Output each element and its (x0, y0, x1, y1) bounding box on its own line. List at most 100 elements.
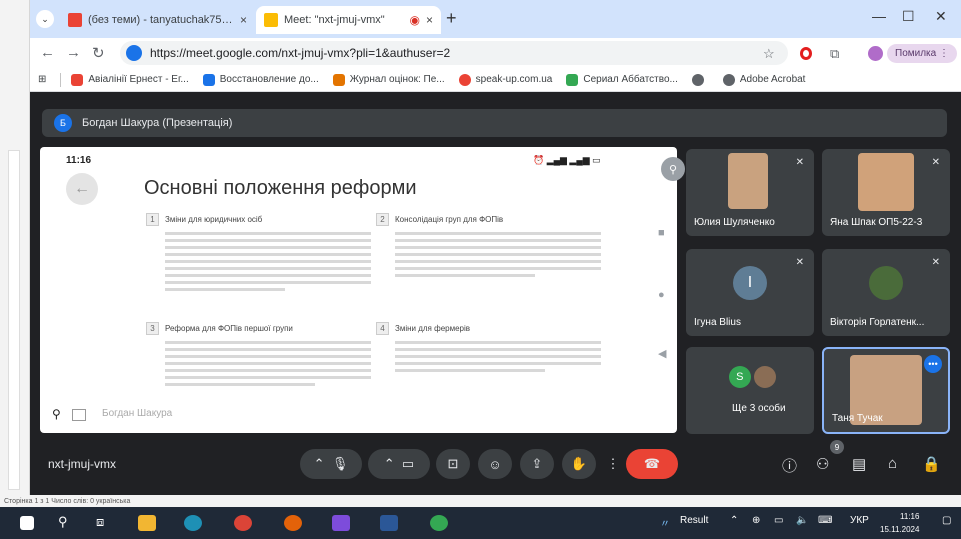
recording-icon: ◉ (409, 13, 420, 27)
file-explorer-icon[interactable] (138, 515, 156, 531)
signal-battery-icon: ⏰ ▂▄▆ ▂▄▆ ▭ (533, 155, 601, 165)
search-icon[interactable]: ⚲ (58, 514, 68, 530)
bookmark-1[interactable]: Авіалінії Ернест - Ег... (71, 73, 189, 86)
site-info-icon[interactable] (126, 45, 142, 61)
text-line (165, 288, 285, 291)
camera-button[interactable]: ⌃ ▭ (368, 449, 430, 479)
info-icon[interactable]: ⓘ (782, 455, 797, 476)
bookmark-label: Adobe Acrobat (739, 74, 806, 85)
tab-label: (без теми) - tanyatuchak75@g (88, 14, 234, 26)
text-line (165, 376, 371, 379)
network-icon[interactable]: ⊕ (752, 515, 760, 526)
notifications-icon[interactable]: ▢ (942, 515, 951, 526)
taskbar-app-label[interactable]: Result (680, 515, 708, 526)
participant-name: Ігуна Blius (694, 317, 741, 328)
vertical-ruler (8, 150, 20, 490)
app-icon[interactable] (332, 515, 350, 531)
triangle-left-icon[interactable]: ◀ (658, 347, 666, 360)
text-line (165, 260, 371, 263)
text-line (395, 274, 535, 277)
close-window-icon[interactable]: ✕ (935, 8, 947, 25)
shared-screen: 11:16 ⏰ ▂▄▆ ▂▄▆ ▭ ← Основні положення ре… (40, 147, 677, 433)
emoji-button[interactable]: ☺ (478, 449, 512, 479)
chevron-up-icon[interactable]: ⌃ (730, 515, 738, 526)
system-clock[interactable]: 11:16 15.11.2024 (880, 510, 919, 536)
people-icon[interactable]: ⚇ (816, 455, 829, 473)
raise-hand-button[interactable]: ✋ (562, 449, 596, 479)
back-icon[interactable]: ← (40, 44, 55, 61)
video-feed (858, 153, 914, 211)
close-tab-icon[interactable]: × (426, 13, 433, 27)
bookmark-6[interactable] (691, 73, 709, 86)
windows-start-icon[interactable] (20, 516, 34, 530)
mic-button[interactable]: ⌃ 🎙 (300, 449, 362, 479)
bookmark-7[interactable]: Adobe Acrobat (722, 73, 806, 86)
close-tab-icon[interactable]: × (240, 13, 247, 27)
chrome-icon[interactable] (234, 515, 252, 531)
volume-icon[interactable]: 🔈 (796, 515, 808, 526)
input-language[interactable]: УКР (850, 515, 869, 526)
section-number: 2 (376, 213, 389, 226)
address-bar[interactable]: https://meet.google.com/nxt-jmuj-vmx?pli… (120, 41, 788, 65)
text-line (165, 369, 371, 372)
text-line (165, 239, 371, 242)
minimize-icon[interactable]: — (872, 8, 886, 24)
bookmark-label: Сериал Аббатство... (583, 74, 678, 85)
activities-icon[interactable]: ⌂ (888, 455, 897, 472)
reload-icon[interactable]: ↻ (92, 44, 105, 62)
new-tab-icon[interactable]: + (446, 8, 457, 29)
forward-icon[interactable]: → (66, 44, 81, 61)
clock-date: 15.11.2024 (880, 525, 920, 534)
tab-gmail[interactable]: (без теми) - tanyatuchak75@g × (60, 6, 255, 34)
chevron-up-icon: ⌃ (313, 456, 325, 471)
edge-icon[interactable] (184, 515, 202, 531)
tab-search-icon[interactable]: ⌄ (36, 10, 54, 28)
profile-avatar[interactable] (868, 46, 883, 61)
square-icon[interactable]: ■ (658, 227, 665, 239)
word-icon[interactable] (380, 515, 398, 531)
maximize-icon[interactable]: ☐ (902, 8, 915, 25)
bookmark-2[interactable]: Восстановление до... (202, 73, 319, 86)
present-icon: ⇪ (531, 456, 543, 471)
bookmark-4[interactable]: speak-up.com.ua (458, 73, 552, 86)
task-view-icon[interactable]: ⧈ (96, 514, 104, 530)
participant-tile[interactable]: ✕ Юлия Шуляченко (686, 149, 814, 236)
host-controls-icon[interactable]: 🔒 (922, 455, 941, 473)
leave-call-button[interactable]: ☎ (626, 449, 678, 479)
chat-icon[interactable]: ▤ (852, 455, 866, 473)
error-button[interactable]: Помилка ⋮ (887, 44, 957, 63)
text-line (165, 348, 371, 351)
participant-tile-self[interactable]: ••• Таня Тучак (822, 347, 950, 434)
pin-icon[interactable]: ⚲ (52, 407, 61, 421)
bookmark-star-icon[interactable]: ☆ (763, 46, 775, 62)
section-title: Зміни для юридичних осіб (165, 215, 263, 224)
text-line (395, 341, 601, 344)
participant-tile[interactable]: І ✕ Ігуна Blius (686, 249, 814, 336)
circle-icon[interactable]: ● (658, 289, 665, 301)
section-title: Зміни для фермерів (395, 324, 471, 333)
app-icon[interactable] (284, 515, 302, 531)
bookmark-5[interactable]: Сериал Аббатство... (566, 73, 678, 86)
meet-area: Б Богдан Шакура (Презентація) 11:16 ⏰ ▂▄… (30, 97, 961, 495)
presenter-label: Богдан Шакура (Презентація) (82, 117, 233, 129)
chevron-up-icon: ⌃ (383, 456, 395, 471)
opera-extension-icon[interactable] (800, 47, 812, 60)
present-button[interactable]: ⇪ (520, 449, 554, 479)
tab-label: Meet: "nxt-jmuj-vmx" (284, 14, 385, 26)
tab-meet[interactable]: Meet: "nxt-jmuj-vmx" ◉ × (256, 6, 441, 34)
chrome-profile-icon[interactable] (430, 515, 448, 531)
battery-icon[interactable]: ▭ (774, 515, 783, 526)
extensions-icon[interactable]: ⧉ (830, 46, 839, 62)
bookmark-3[interactable]: Журнал оцінок: Пе... (332, 73, 445, 86)
captions-button[interactable]: ⊡ (436, 449, 470, 479)
participant-tile-more[interactable]: S Ще 3 особи (686, 347, 814, 434)
more-options-button[interactable]: ⋮ (604, 449, 622, 479)
bookmark-icon (458, 73, 471, 86)
more-options-icon[interactable]: ••• (924, 355, 942, 373)
participant-tile[interactable]: ✕ Яна Шпак ОП5-22-3 (822, 149, 950, 236)
text-line (395, 253, 601, 256)
keyboard-icon[interactable]: ⌨ (818, 515, 832, 526)
participant-tile[interactable]: ✕ Вікторія Горлатенк... (822, 249, 950, 336)
apps-icon[interactable]: ⊞ (38, 74, 46, 85)
section-number: 1 (146, 213, 159, 226)
